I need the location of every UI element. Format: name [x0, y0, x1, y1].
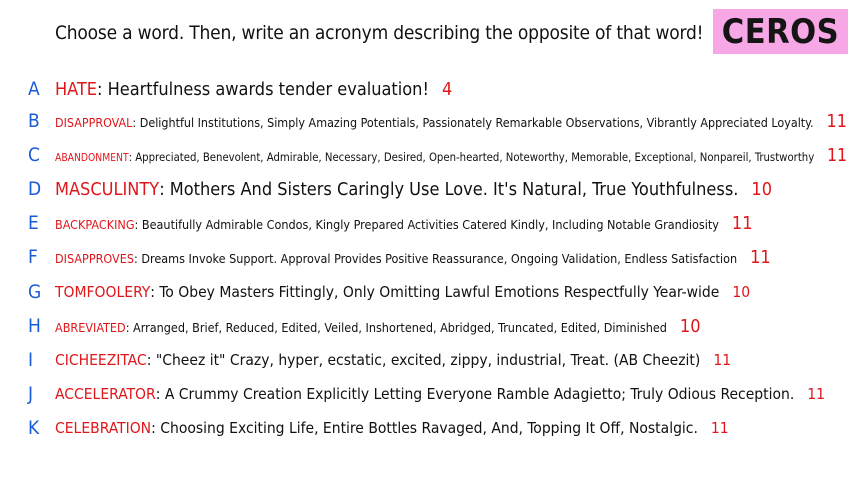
row-letter: K [28, 417, 40, 439]
row-word: DISAPPROVAL [55, 114, 133, 130]
row-score: 11 [826, 144, 848, 166]
row-score: 11 [750, 246, 771, 268]
row-word: TOMFOOLERY [55, 283, 151, 301]
logo-text: CEROS [721, 11, 840, 52]
row-score: 11 [826, 110, 847, 132]
row-word: CICHEEZITAC [55, 351, 147, 369]
row-acronym: : Dreams Invoke Support. Approval Provid… [133, 250, 738, 266]
row-letter: H [28, 315, 41, 337]
row-letter: A [28, 78, 40, 100]
row-acronym: : Beautifully Admirable Condos, Kingly P… [134, 216, 719, 232]
row-word: ACCELERATOR [55, 385, 156, 403]
row-word: MASCULINTY [55, 178, 160, 200]
row-letter: E [28, 212, 39, 234]
row-acronym: : Choosing Exciting Life, Entire Bottles… [151, 419, 698, 437]
row-word: BACKPACKING [55, 216, 135, 232]
row-acronym: : "Cheez it" Crazy, hyper, ecstatic, exc… [146, 351, 701, 369]
row-letter: B [28, 110, 40, 132]
row-score: 10 [751, 178, 773, 200]
row-letter: D [28, 178, 42, 200]
row-score: 11 [807, 385, 826, 403]
row-word: ABREVIATED [55, 319, 126, 335]
row-letter: G [28, 281, 42, 303]
row-word: DISAPPROVES [55, 250, 134, 266]
row-acronym: : To Obey Masters Fittingly, Only Omitti… [150, 283, 720, 301]
prompt-text: Choose a word. Then, write an acronym de… [55, 22, 704, 44]
row-acronym: : A Crummy Creation Explicitly Letting E… [155, 385, 795, 403]
row-letter: J [28, 383, 34, 405]
row-score: 11 [713, 351, 732, 369]
row-letter: I [28, 349, 34, 371]
row-letter: C [28, 144, 40, 166]
row-score: 11 [731, 212, 753, 234]
row-acronym: : Appreciated, Benevolent, Admirable, Ne… [128, 149, 815, 164]
ceros-logo: CEROS [713, 9, 848, 54]
row-acronym: : Heartfulness awards tender evaluation! [96, 78, 429, 100]
row-acronym: : Arranged, Brief, Reduced, Edited, Veil… [125, 319, 667, 335]
row-acronym: : Mothers And Sisters Caringly Use Love.… [159, 178, 739, 200]
row-word: ABANDONMENT [55, 151, 129, 164]
row-acronym: : Delightful Institutions, Simply Amazin… [132, 114, 814, 130]
row-word: CELEBRATION [55, 419, 152, 437]
row-letter: F [28, 246, 38, 268]
row-word: HATE [55, 78, 97, 100]
row-score: 4 [441, 78, 453, 100]
row-score: 10 [679, 315, 701, 337]
row-score: 10 [732, 283, 751, 301]
row-score: 11 [710, 419, 729, 437]
